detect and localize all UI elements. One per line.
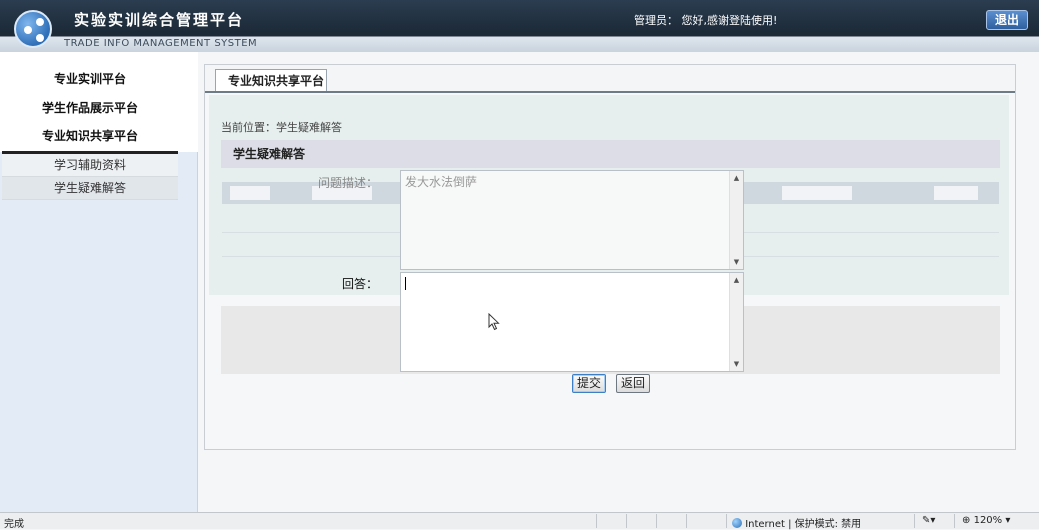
tab-strip: 专业知识共享平台: [205, 65, 1015, 93]
description-label: 问题描述：: [318, 176, 379, 190]
app-title: 实验实训综合管理平台: [74, 11, 245, 29]
mouse-cursor-icon: [488, 313, 500, 331]
sidebar-item-training[interactable]: 专业实训平台: [0, 70, 180, 87]
sidebar-nav: 专业实训平台 学生作品展示平台 专业知识共享平台: [0, 52, 198, 152]
greeting-text: 管理员： 您好,感谢登陆使用!: [634, 14, 778, 27]
section-title: 学生疑难解答: [221, 140, 1000, 168]
zoom-icon: ⊕: [962, 515, 971, 526]
scroll-up-icon[interactable]: ▲: [730, 171, 743, 185]
answer-field[interactable]: ▲ ▼: [400, 272, 744, 372]
answer-scrollbar[interactable]: ▲ ▼: [729, 273, 743, 371]
breadcrumb: 当前位置：学生疑难解答: [221, 121, 342, 134]
app-subtitle: TRADE INFO MANAGEMENT SYSTEM: [64, 38, 258, 49]
sidebar-submenu: 学习辅助资料 学生疑难解答: [2, 151, 178, 200]
sidebar-item-knowledge[interactable]: 专业知识共享平台: [0, 127, 180, 144]
submenu-item-materials[interactable]: 学习辅助资料: [2, 154, 178, 177]
chevron-down-icon: ▾: [1005, 515, 1011, 526]
top-header: 实验实训综合管理平台 TRADE INFO MANAGEMENT SYSTEM …: [0, 0, 1039, 52]
zoom-level: 120%: [973, 515, 1003, 526]
pin-icon[interactable]: ✎▾: [922, 515, 935, 526]
status-bar: 完成 Internet | 保护模式: 禁用 ✎▾ ⊕ 120% ▾: [0, 512, 1039, 530]
sidebar: 专业实训平台 学生作品展示平台 专业知识共享平台 学习辅助资料 学生疑难解答: [0, 52, 198, 512]
logo-icon: [14, 10, 52, 48]
description-field[interactable]: 发大水法倒萨 ▲ ▼: [400, 170, 744, 270]
text-caret: [405, 277, 406, 290]
submit-button[interactable]: 提交: [572, 374, 606, 393]
sidebar-item-showcase[interactable]: 学生作品展示平台: [0, 99, 180, 116]
scroll-down-icon[interactable]: ▼: [730, 255, 743, 269]
back-button[interactable]: 返回: [616, 374, 650, 393]
globe-icon: [732, 518, 742, 528]
answer-label: 回答：: [342, 277, 379, 291]
security-zone-label: Internet | 保护模式: 禁用: [745, 519, 862, 530]
scroll-up-icon[interactable]: ▲: [730, 273, 743, 287]
description-scrollbar[interactable]: ▲ ▼: [729, 171, 743, 269]
tab-knowledge-share[interactable]: 专业知识共享平台: [215, 69, 327, 91]
description-text: 发大水法倒萨: [405, 175, 478, 189]
scroll-down-icon[interactable]: ▼: [730, 357, 743, 371]
zoom-control[interactable]: ⊕ 120% ▾: [962, 515, 1010, 526]
exit-button[interactable]: 退出: [986, 10, 1028, 30]
submenu-item-qa[interactable]: 学生疑难解答: [2, 177, 178, 200]
